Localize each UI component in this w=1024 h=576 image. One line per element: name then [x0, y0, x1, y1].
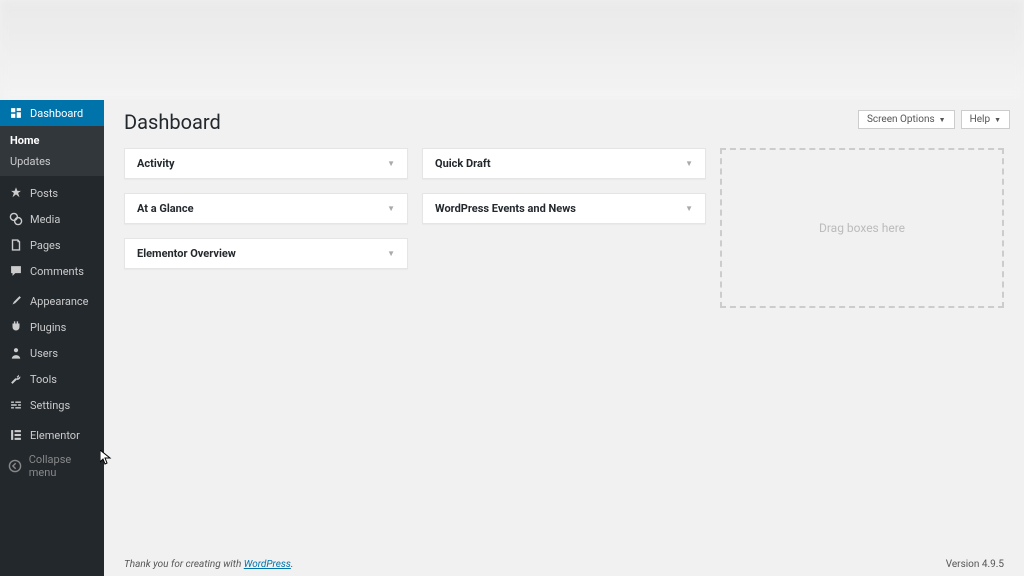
- chevron-down-icon: ▼: [939, 116, 946, 124]
- widget-column-2: Quick Draft ▼ WordPress Events and News …: [422, 148, 706, 308]
- sidebar-label-pages: Pages: [30, 239, 61, 252]
- elementor-icon: [8, 427, 24, 443]
- sidebar-label-appearance: Appearance: [30, 295, 89, 308]
- drop-zone-label: Drag boxes here: [819, 221, 905, 235]
- plugin-icon: [8, 319, 24, 335]
- sidebar-label-dashboard: Dashboard: [30, 107, 83, 120]
- sidebar-label-media: Media: [30, 213, 60, 226]
- sidebar-item-appearance[interactable]: Appearance: [0, 288, 104, 314]
- sidebar-item-comments[interactable]: Comments: [0, 258, 104, 284]
- sidebar-label-plugins: Plugins: [30, 321, 66, 334]
- widget-quick-draft[interactable]: Quick Draft ▼: [422, 148, 706, 179]
- wordpress-link[interactable]: WordPress: [244, 559, 291, 570]
- page-icon: [8, 237, 24, 253]
- help-label: Help: [970, 114, 990, 125]
- sidebar-subitem-home[interactable]: Home: [0, 130, 104, 151]
- dashboard-widgets: Activity ▼ At a Glance ▼ Elementor Overv…: [124, 148, 1004, 308]
- sidebar-label-elementor: Elementor: [30, 429, 80, 442]
- sidebar-label-settings: Settings: [30, 399, 70, 412]
- sidebar-item-posts[interactable]: Posts: [0, 180, 104, 206]
- browser-chrome: [0, 0, 1024, 100]
- help-button[interactable]: Help ▼: [961, 110, 1010, 129]
- sidebar-item-media[interactable]: Media: [0, 206, 104, 232]
- footer-thank-you: Thank you for creating with WordPress.: [124, 559, 293, 570]
- content-area: Screen Options ▼ Help ▼ Dashboard Activi…: [104, 100, 1024, 576]
- chevron-down-icon: ▼: [994, 116, 1001, 124]
- sidebar-label-tools: Tools: [30, 373, 57, 386]
- widget-column-3: Drag boxes here: [720, 148, 1004, 308]
- screen-options-label: Screen Options: [867, 114, 935, 125]
- sidebar-item-elementor[interactable]: Elementor: [0, 422, 104, 448]
- widget-events-news[interactable]: WordPress Events and News ▼: [422, 193, 706, 224]
- widget-title: Activity: [137, 157, 175, 170]
- widget-drop-zone[interactable]: Drag boxes here: [720, 148, 1004, 308]
- admin-sidebar: Dashboard Home Updates Posts Media Pages…: [0, 100, 104, 576]
- chevron-down-icon[interactable]: ▼: [387, 204, 395, 213]
- sidebar-item-users[interactable]: Users: [0, 340, 104, 366]
- widget-activity[interactable]: Activity ▼: [124, 148, 408, 179]
- collapse-icon: [8, 458, 23, 474]
- sidebar-item-tools[interactable]: Tools: [0, 366, 104, 392]
- widget-column-1: Activity ▼ At a Glance ▼ Elementor Overv…: [124, 148, 408, 308]
- user-icon: [8, 345, 24, 361]
- chevron-down-icon[interactable]: ▼: [685, 159, 693, 168]
- widget-title: Elementor Overview: [137, 247, 236, 260]
- sidebar-label-collapse: Collapse menu: [29, 453, 96, 479]
- widget-title: At a Glance: [137, 202, 194, 215]
- pin-icon: [8, 185, 24, 201]
- chevron-down-icon[interactable]: ▼: [387, 249, 395, 258]
- sidebar-item-settings[interactable]: Settings: [0, 392, 104, 418]
- widget-title: WordPress Events and News: [435, 202, 576, 215]
- screen-options-button[interactable]: Screen Options ▼: [858, 110, 955, 129]
- sidebar-label-users: Users: [30, 347, 58, 360]
- media-icon: [8, 211, 24, 227]
- brush-icon: [8, 293, 24, 309]
- admin-footer: Thank you for creating with WordPress. V…: [124, 559, 1004, 570]
- dashboard-icon: [8, 105, 24, 121]
- sidebar-label-posts: Posts: [30, 187, 58, 200]
- widget-elementor-overview[interactable]: Elementor Overview ▼: [124, 238, 408, 269]
- chevron-down-icon[interactable]: ▼: [387, 159, 395, 168]
- sidebar-submenu-dashboard: Home Updates: [0, 126, 104, 176]
- sidebar-item-pages[interactable]: Pages: [0, 232, 104, 258]
- sidebar-item-dashboard[interactable]: Dashboard: [0, 100, 104, 126]
- wrench-icon: [8, 371, 24, 387]
- widget-title: Quick Draft: [435, 157, 491, 170]
- sidebar-item-plugins[interactable]: Plugins: [0, 314, 104, 340]
- widget-at-a-glance[interactable]: At a Glance ▼: [124, 193, 408, 224]
- sliders-icon: [8, 397, 24, 413]
- sidebar-subitem-updates[interactable]: Updates: [0, 151, 104, 172]
- footer-version: Version 4.9.5: [946, 559, 1004, 570]
- sidebar-collapse-menu[interactable]: Collapse menu: [0, 448, 104, 484]
- comment-icon: [8, 263, 24, 279]
- chevron-down-icon[interactable]: ▼: [685, 204, 693, 213]
- sidebar-label-comments: Comments: [30, 265, 84, 278]
